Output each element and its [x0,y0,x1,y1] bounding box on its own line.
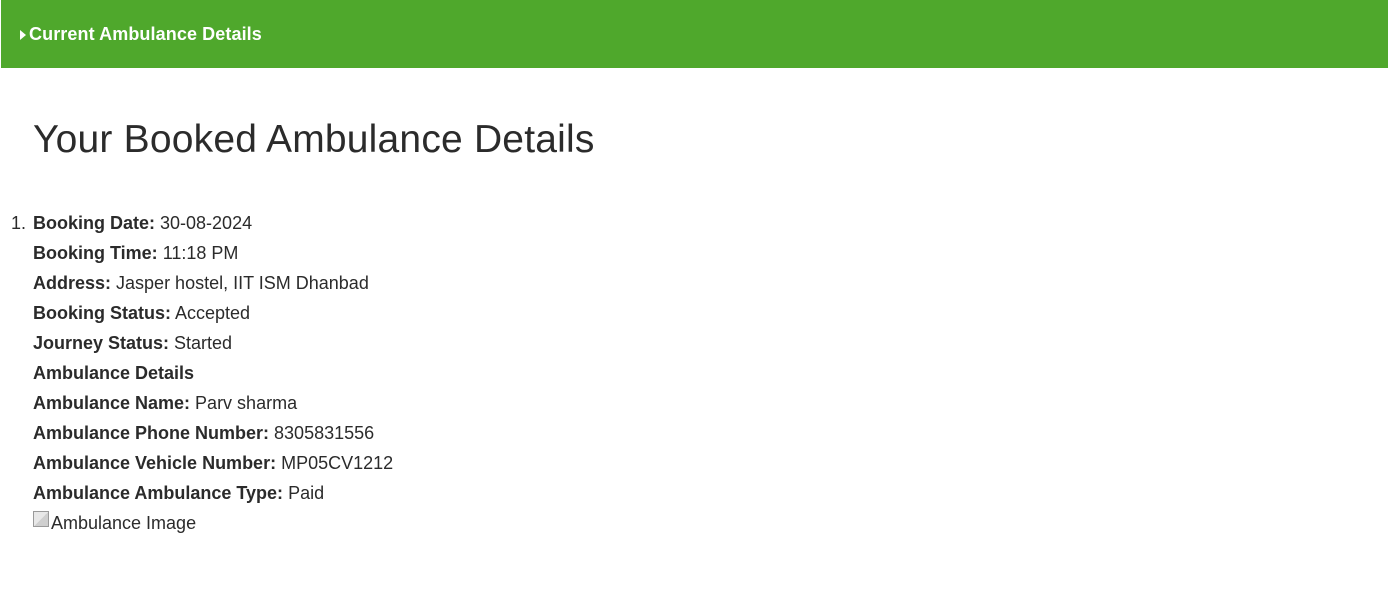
booking-list: 1. Booking Date: 30-08-2024 Booking Time… [11,208,393,538]
journey-status-label: Journey Status: [33,333,170,353]
caret-right-icon [20,29,26,40]
ambulance-details-heading: Ambulance Details [33,363,195,383]
ambulance-type-value: Paid [283,483,325,503]
ambulance-image-alt-text: Ambulance Image [51,513,197,533]
ambulance-type-row: Ambulance Ambulance Type: Paid [33,478,393,508]
page-title: Your Booked Ambulance Details [33,118,595,161]
ambulance-name-value: Parv sharma [190,393,298,413]
ambulance-vehicle-label: Ambulance Vehicle Number: [33,453,277,473]
address-value: Jasper hostel, IIT ISM Dhanbad [111,273,369,293]
ambulance-phone-row: Ambulance Phone Number: 8305831556 [33,418,393,448]
broken-image-icon [33,511,49,527]
address-label: Address: [33,273,112,293]
ambulance-name-label: Ambulance Name: [33,393,191,413]
booking-date-row: Booking Date: 30-08-2024 [33,208,393,238]
journey-status-value: Started [169,333,233,353]
ambulance-image: Ambulance Image [33,508,393,538]
booking-date-value: 30-08-2024 [155,213,253,233]
ambulance-phone-value: 8305831556 [269,423,375,443]
booking-item: 1. Booking Date: 30-08-2024 Booking Time… [11,208,393,538]
ambulance-vehicle-value: MP05CV1212 [276,453,394,473]
ambulance-details-heading-row: Ambulance Details [33,358,393,388]
booking-status-label: Booking Status: [33,303,171,323]
booking-time-value: 11:18 PM [157,243,239,263]
ambulance-phone-label: Ambulance Phone Number: [33,423,270,443]
journey-status-row: Journey Status: Started [33,328,393,358]
booking-status-row: Booking Status: Accepted [33,298,393,328]
current-ambulance-details-toggle[interactable]: Current Ambulance Details [1,0,1388,68]
booking-date-label: Booking Date: [33,213,156,233]
address-row: Address: Jasper hostel, IIT ISM Dhanbad [33,268,393,298]
toggle-label: Current Ambulance Details [29,23,262,44]
booking-status-value: Accepted [171,303,251,323]
booking-time-row: Booking Time: 11:18 PM [33,238,393,268]
ambulance-vehicle-row: Ambulance Vehicle Number: MP05CV1212 [33,448,393,478]
list-number: 1. [11,213,27,233]
booking-time-label: Booking Time: [33,243,158,263]
ambulance-name-row: Ambulance Name: Parv sharma [33,388,393,418]
ambulance-type-label: Ambulance Ambulance Type: [33,483,284,503]
